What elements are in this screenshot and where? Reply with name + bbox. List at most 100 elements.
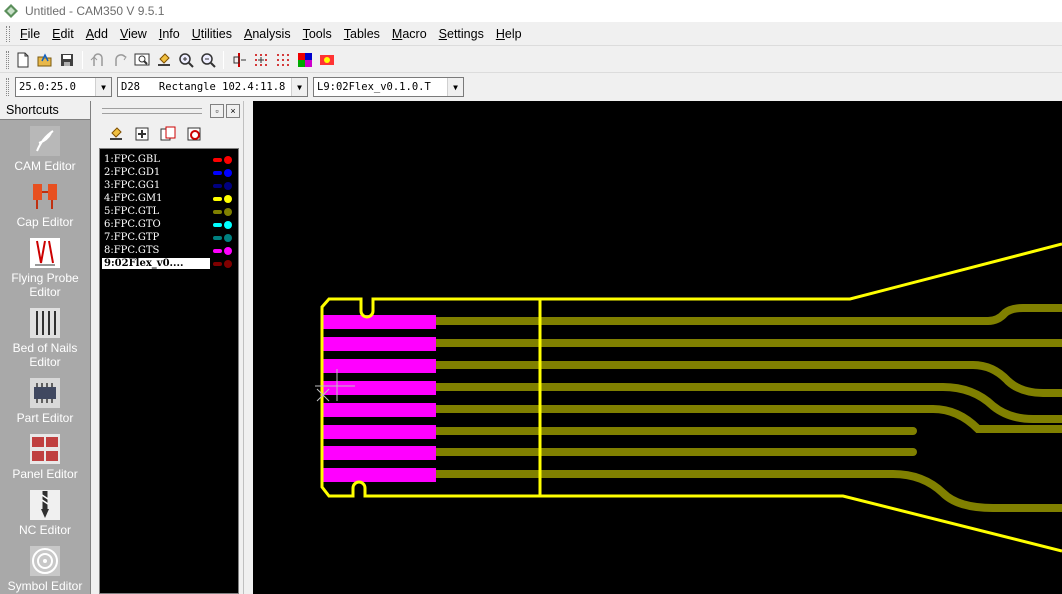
pcb-drawing: [315, 242, 1062, 553]
layer-colors-icon[interactable]: [294, 49, 316, 71]
layer-color-swatch[interactable]: [213, 235, 222, 240]
zoom-out-icon[interactable]: [197, 49, 219, 71]
layer-color-swatch[interactable]: [213, 183, 222, 188]
menu-label-rest: ables: [350, 26, 380, 41]
menu-item-info[interactable]: Info: [153, 27, 186, 41]
shortcut-cap-editor[interactable]: Cap Editor: [0, 181, 90, 229]
layer-name: 6:FPC.GTO: [104, 219, 161, 230]
shortcut-symbol-editor[interactable]: Symbol Editor: [0, 545, 90, 593]
window-title: Untitled - CAM350 V 9.5.1: [25, 4, 165, 18]
menu-accelerator: U: [191, 26, 201, 41]
layer-delete-icon[interactable]: [183, 123, 205, 145]
zoom-window-icon[interactable]: [131, 49, 153, 71]
menu-item-add[interactable]: Add: [80, 27, 114, 41]
chevron-down-icon[interactable]: ▼: [95, 78, 111, 96]
layer-color-swatch[interactable]: [213, 222, 222, 227]
menu-item-macro[interactable]: Macro: [386, 27, 433, 41]
layer-visibility-dot[interactable]: [224, 181, 232, 190]
zoom-combo[interactable]: 25.0:25.0 ▼: [15, 77, 112, 97]
menu-item-analysis[interactable]: Analysis: [238, 27, 297, 41]
dcode-combo[interactable]: D28 Rectangle 102.4:11.8 ▼: [117, 77, 308, 97]
undo-icon[interactable]: [87, 49, 109, 71]
layer-color-swatch[interactable]: [213, 196, 222, 201]
layer-visibility-dot[interactable]: [224, 259, 232, 268]
new-icon[interactable]: [12, 49, 34, 71]
title-bar: Untitled - CAM350 V 9.5.1: [0, 0, 1062, 22]
layer-visibility-dot[interactable]: [224, 207, 232, 216]
pin-icon[interactable]: ▫: [210, 104, 224, 118]
layer-color-swatch[interactable]: [213, 209, 222, 214]
close-icon[interactable]: ×: [226, 104, 240, 118]
layer-copy-icon[interactable]: [157, 123, 179, 145]
shortcuts-header[interactable]: Shortcuts: [0, 101, 90, 120]
menu-item-utilities[interactable]: Utilities: [186, 27, 238, 41]
layer-row[interactable]: 1:FPC.GBL: [102, 153, 236, 166]
layer-add-icon[interactable]: [131, 123, 153, 145]
part-editor-icon: [30, 378, 60, 408]
menu-label-rest: ile: [27, 26, 41, 41]
menu-item-settings[interactable]: Settings: [433, 27, 490, 41]
layer-visibility-dot[interactable]: [224, 168, 232, 177]
layer-row[interactable]: 7:FPC.GTP: [102, 231, 236, 244]
layer-visibility-dot[interactable]: [224, 220, 232, 229]
menu-item-file[interactable]: File: [14, 27, 46, 41]
layer-panel-splitter[interactable]: [243, 101, 253, 594]
shortcut-label: Bed of Nails Editor: [12, 341, 78, 369]
shortcuts-splitter[interactable]: [91, 101, 99, 594]
smd-pad: [322, 403, 436, 417]
copper-trace: [432, 405, 1062, 433]
layer-panel-titlebar: ▫ ×: [99, 101, 243, 121]
zoom-in-icon[interactable]: [175, 49, 197, 71]
layer-row[interactable]: 4:FPC.GM1: [102, 192, 236, 205]
shortcut-label: CAM Editor: [14, 159, 76, 173]
highlight-icon[interactable]: [316, 49, 338, 71]
layer-color-swatch[interactable]: [213, 157, 222, 162]
layer-name: 2:FPC.GD1: [104, 167, 161, 178]
layer-color-swatch[interactable]: [213, 248, 222, 253]
layer-row[interactable]: 2:FPC.GD1: [102, 166, 236, 179]
clear-icon[interactable]: [153, 49, 175, 71]
cam-editor-icon: [30, 126, 60, 156]
chevron-down-icon[interactable]: ▼: [291, 78, 307, 96]
layer-row[interactable]: 8:FPC.GTS: [102, 244, 236, 257]
pcb-canvas[interactable]: [253, 101, 1062, 594]
shortcut-nc-editor[interactable]: NC Editor: [0, 489, 90, 537]
open-icon[interactable]: [34, 49, 56, 71]
menu-item-view[interactable]: View: [114, 27, 153, 41]
shortcut-bed-of-nails-editor[interactable]: Bed of Nails Editor: [0, 307, 90, 369]
layer-panel-grip[interactable]: [102, 108, 202, 114]
chevron-down-icon[interactable]: ▼: [447, 78, 463, 96]
shortcut-panel-editor[interactable]: Panel Editor: [0, 433, 90, 481]
menu-label-rest: nalysis: [252, 26, 291, 41]
redo-icon[interactable]: [109, 49, 131, 71]
menu-item-tables[interactable]: Tables: [338, 27, 386, 41]
combobar-grip[interactable]: [6, 78, 9, 96]
grid-icon[interactable]: [250, 49, 272, 71]
layer-color-swatch[interactable]: [213, 261, 222, 266]
toolbar-grip[interactable]: [6, 50, 9, 69]
layer-row[interactable]: 5:FPC.GTL: [102, 205, 236, 218]
copper-trace: [432, 304, 1062, 325]
layer-clean-icon[interactable]: [105, 123, 127, 145]
menubar-grip[interactable]: [6, 25, 10, 42]
layer-visibility-dot[interactable]: [224, 246, 232, 255]
shortcut-flying-probe-editor[interactable]: Flying Probe Editor: [0, 237, 90, 299]
layer-visibility-dot[interactable]: [224, 155, 232, 164]
layer-row[interactable]: 3:FPC.GG1: [102, 179, 236, 192]
layer-visibility-dot[interactable]: [224, 194, 232, 203]
menu-item-edit[interactable]: Edit: [46, 27, 80, 41]
menu-item-tools[interactable]: Tools: [297, 27, 338, 41]
shortcut-cam-editor[interactable]: CAM Editor: [0, 125, 90, 173]
layer-row[interactable]: 9:02Flex_v0....: [102, 257, 236, 270]
grid-snap-icon[interactable]: [272, 49, 294, 71]
toolbar-separator: [223, 50, 224, 69]
layer-visibility-dot[interactable]: [224, 233, 232, 242]
shortcut-part-editor[interactable]: Part Editor: [0, 377, 90, 425]
menu-item-help[interactable]: Help: [490, 27, 528, 41]
layer-color-swatch[interactable]: [213, 170, 222, 175]
shortcut-label: Panel Editor: [12, 467, 78, 481]
query-icon[interactable]: [228, 49, 250, 71]
save-icon[interactable]: [56, 49, 78, 71]
layer-combo[interactable]: L9:02Flex_v0.1.0.T ▼: [313, 77, 464, 97]
layer-row[interactable]: 6:FPC.GTO: [102, 218, 236, 231]
